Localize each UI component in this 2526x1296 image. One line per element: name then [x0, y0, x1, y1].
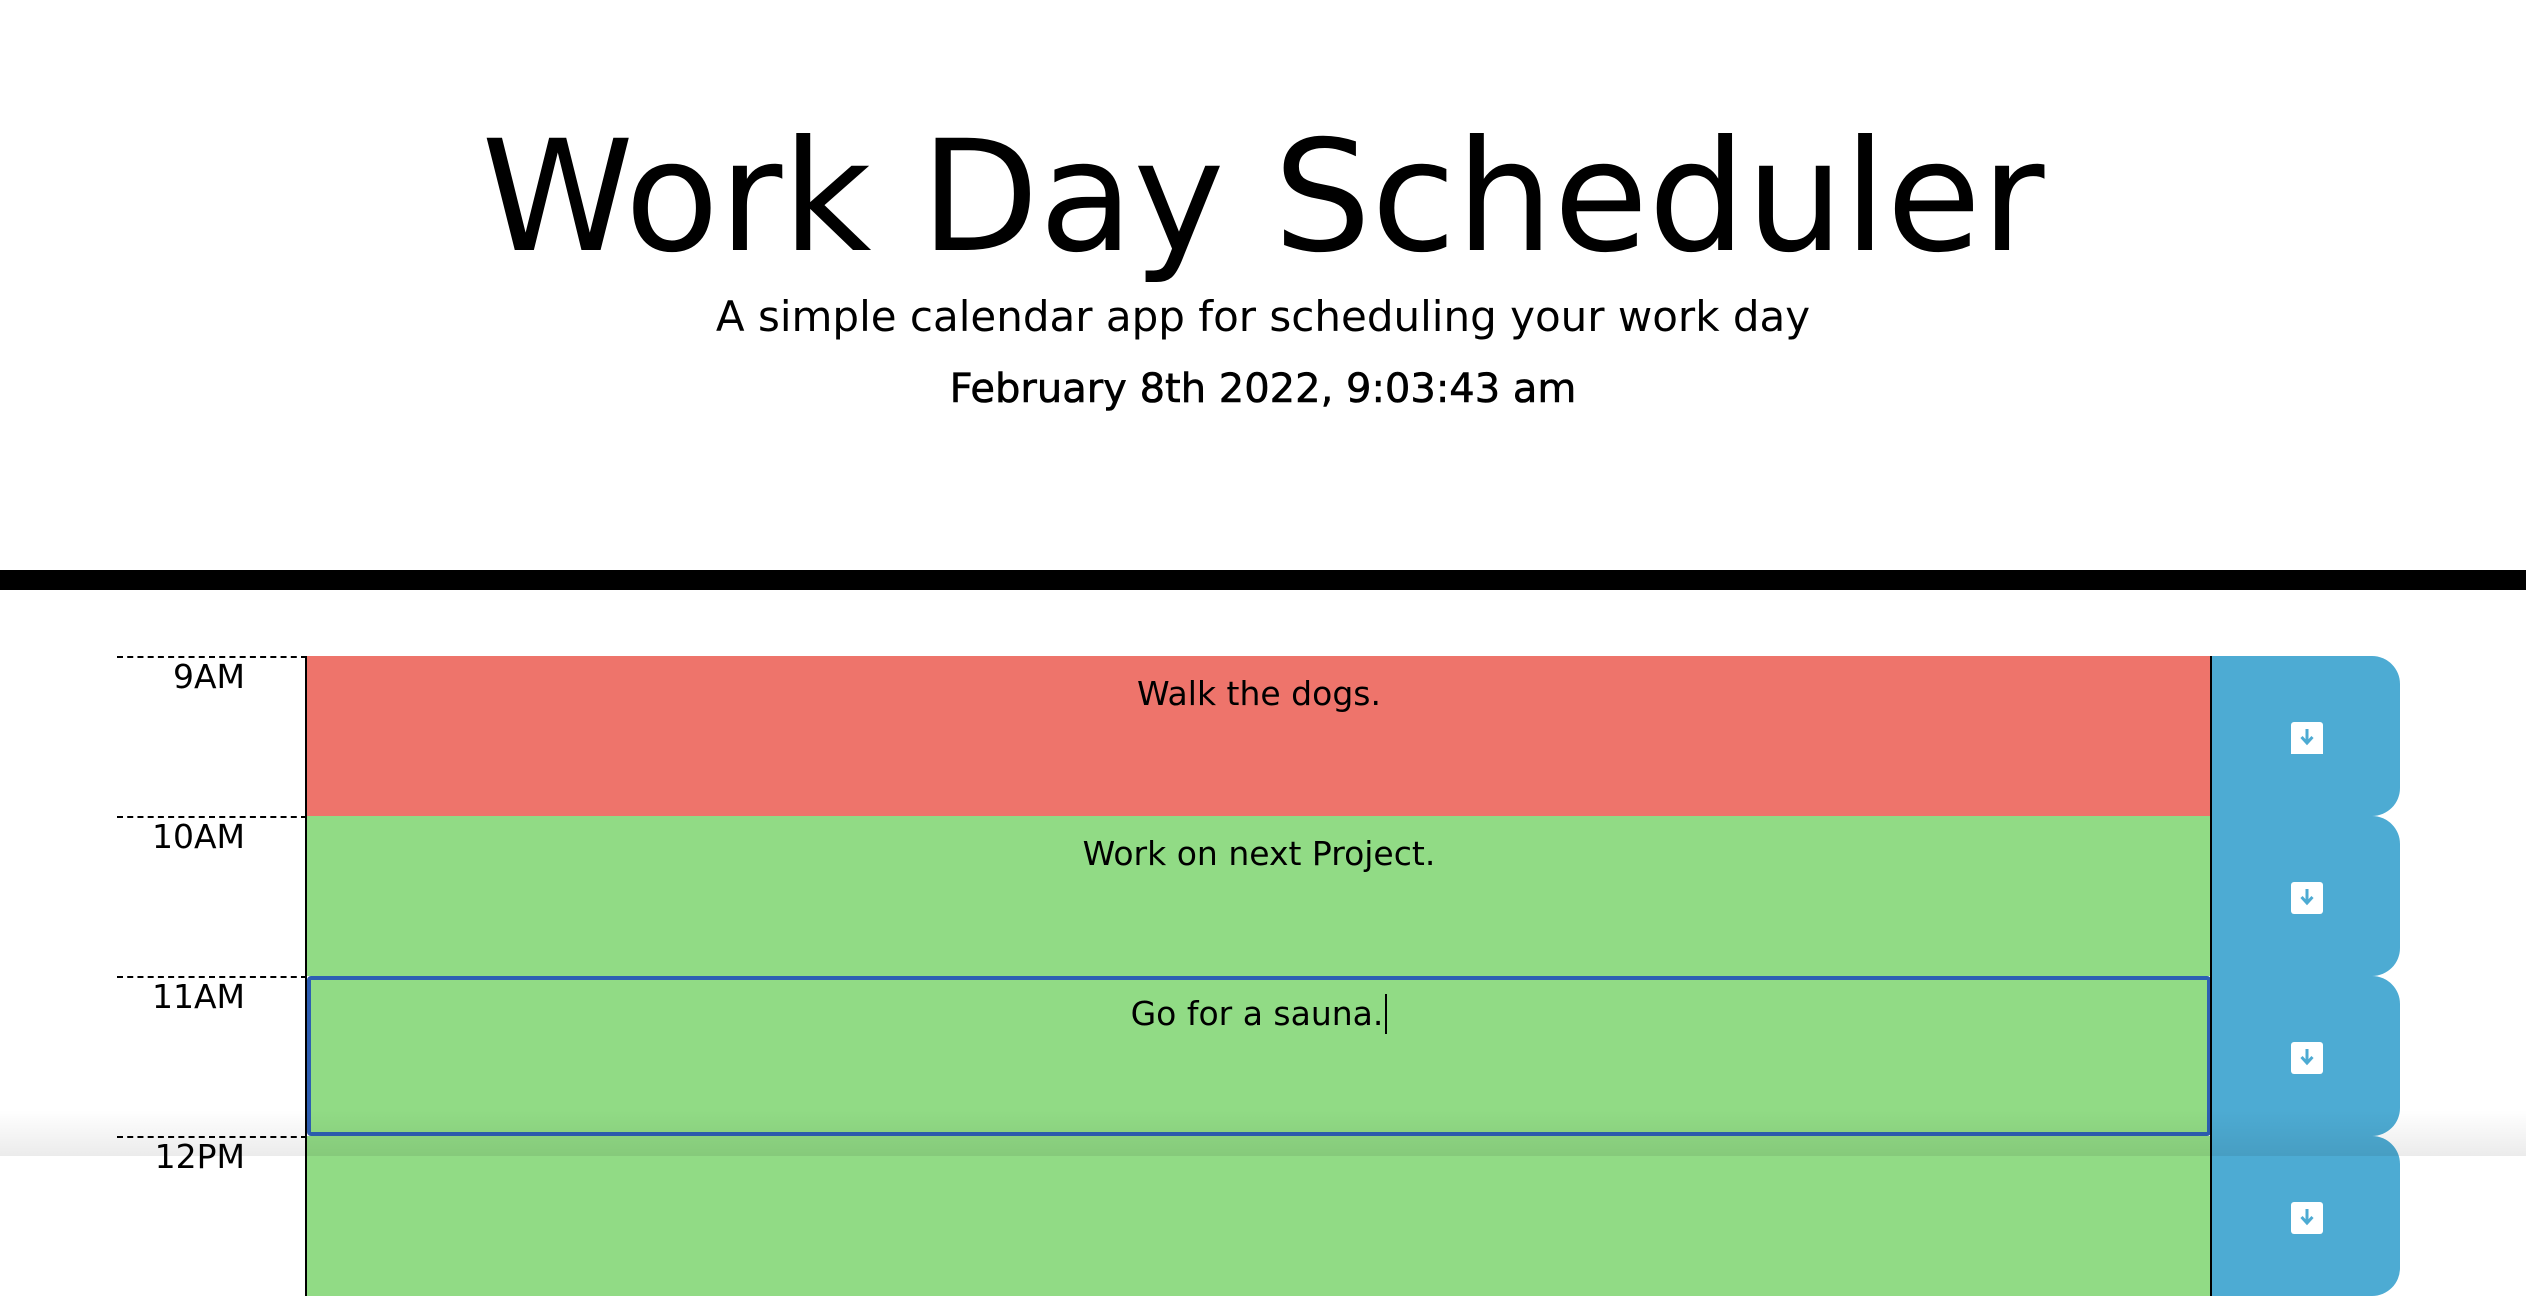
- header-divider: [0, 570, 2526, 590]
- event-text: Work on next Project.: [1082, 834, 1436, 873]
- event-text: Go for a sauna.: [1130, 994, 1384, 1033]
- timeblock-row: 11AM Go for a sauna.: [0, 976, 2526, 1136]
- save-icon: [2291, 1042, 2323, 1074]
- hour-label: 10AM: [117, 816, 307, 976]
- event-description[interactable]: Walk the dogs.: [307, 656, 2211, 816]
- save-button[interactable]: [2210, 1136, 2400, 1296]
- save-button[interactable]: [2210, 656, 2400, 816]
- timeblock-row: 12PM: [0, 1136, 2526, 1296]
- event-description[interactable]: Work on next Project.: [307, 816, 2211, 976]
- event-description[interactable]: Go for a sauna.: [307, 976, 2211, 1136]
- hour-label: 9AM: [117, 656, 307, 816]
- timeblock-row: 10AM Work on next Project.: [0, 816, 2526, 976]
- header: Work Day Scheduler A simple calendar app…: [0, 0, 2526, 570]
- event-description[interactable]: [307, 1136, 2211, 1296]
- timeblock-row: 9AM Walk the dogs.: [0, 656, 2526, 816]
- event-text: Walk the dogs.: [1137, 674, 1381, 713]
- hour-label: 11AM: [117, 976, 307, 1136]
- save-button[interactable]: [2210, 816, 2400, 976]
- save-button[interactable]: [2210, 976, 2400, 1136]
- page-subtitle: A simple calendar app for scheduling you…: [715, 292, 1811, 341]
- current-day: February 8th 2022, 9:03:43 am: [949, 366, 1577, 413]
- save-icon: [2291, 882, 2323, 914]
- hour-label: 12PM: [117, 1136, 307, 1296]
- save-icon: [2291, 1202, 2323, 1234]
- text-cursor: [1385, 994, 1388, 1034]
- save-icon: [2291, 722, 2323, 754]
- page-title: Work Day Scheduler: [481, 108, 2045, 287]
